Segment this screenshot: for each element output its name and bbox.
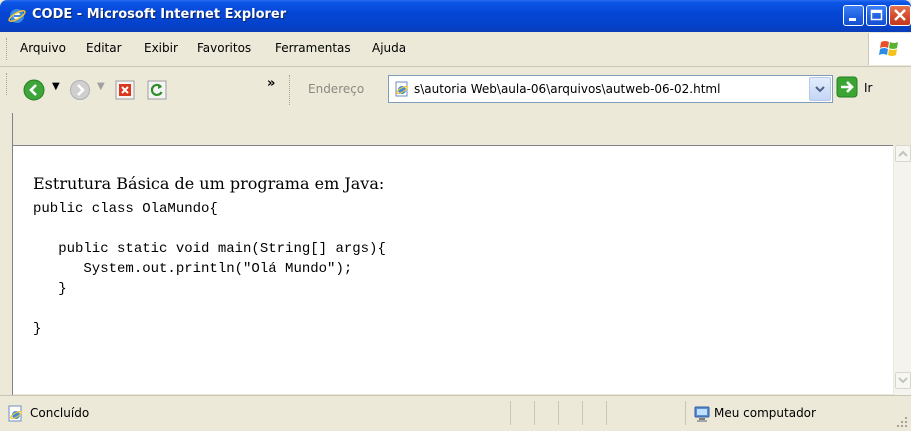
- minimize-icon: [849, 18, 856, 21]
- security-zone-label: Meu computador: [714, 406, 816, 420]
- menu-favoritos[interactable]: Favoritos: [197, 41, 251, 55]
- java-code-block: public class OlaMundo{ public static voi…: [33, 201, 386, 337]
- forward-icon[interactable]: [69, 79, 91, 101]
- chevron-up-icon: [898, 150, 908, 157]
- go-button-label[interactable]: Ir: [864, 81, 872, 95]
- windows-logo: [868, 33, 911, 65]
- internet-explorer-icon: [8, 9, 26, 23]
- back-icon[interactable]: [23, 79, 45, 101]
- menu-grip[interactable]: [6, 38, 10, 60]
- page-icon: [395, 81, 408, 97]
- forward-dropdown-icon[interactable]: ▼: [97, 81, 105, 92]
- scroll-down-button[interactable]: [895, 372, 911, 389]
- ie-window: CODE - Microsoft Internet Explorer Arqui…: [0, 0, 911, 431]
- status-divider: [510, 401, 511, 425]
- menu-exibir[interactable]: Exibir: [144, 41, 178, 55]
- status-divider: [685, 401, 686, 425]
- menu-bar: Arquivo Editar Exibir Favoritos Ferramen…: [0, 32, 911, 67]
- status-divider: [534, 401, 535, 425]
- scroll-up-button[interactable]: [895, 145, 911, 162]
- minimize-button[interactable]: [843, 5, 864, 26]
- close-icon: [894, 9, 906, 21]
- status-divider: [582, 401, 583, 425]
- maximize-icon: [870, 9, 883, 21]
- windows-flag-icon: [879, 41, 898, 56]
- toolbar-overflow-icon[interactable]: »: [267, 76, 275, 91]
- go-arrow-icon[interactable]: [836, 76, 858, 98]
- menu-editar[interactable]: Editar: [86, 41, 122, 55]
- content-frame-left: [0, 113, 13, 396]
- close-button[interactable]: [889, 5, 911, 26]
- stop-icon[interactable]: [114, 79, 136, 101]
- menu-ajuda[interactable]: Ajuda: [372, 41, 406, 55]
- back-dropdown-icon[interactable]: ▼: [52, 81, 60, 92]
- page-done-icon: [8, 405, 22, 422]
- address-label: Endereço: [308, 82, 365, 96]
- navigation-toolbar: ▼ ▼ » Endereço s\autoria Web\aula-06\arq…: [0, 67, 911, 114]
- status-divider: [606, 401, 607, 425]
- toolbar-separator: [289, 75, 290, 105]
- resize-grip-icon[interactable]: [896, 416, 908, 428]
- address-dropdown-button[interactable]: [809, 77, 831, 101]
- address-input[interactable]: s\autoria Web\aula-06\arquivos\autweb-06…: [414, 82, 720, 96]
- computer-icon: [694, 406, 710, 422]
- toolbar-grip[interactable]: [6, 73, 10, 95]
- status-bar: Concluído Meu computador: [0, 395, 911, 431]
- chevron-down-icon: [898, 377, 908, 384]
- page-content: Estrutura Básica de um programa em Java:…: [13, 145, 893, 394]
- title-bar[interactable]: CODE - Microsoft Internet Explorer: [0, 0, 911, 32]
- refresh-icon[interactable]: [146, 79, 168, 101]
- menu-arquivo[interactable]: Arquivo: [20, 41, 66, 55]
- content-frame-top: [0, 113, 911, 145]
- chevron-down-icon: [815, 86, 825, 93]
- vertical-scrollbar[interactable]: [893, 145, 911, 395]
- window-title: CODE - Microsoft Internet Explorer: [32, 7, 287, 22]
- status-divider: [558, 401, 559, 425]
- page-heading: Estrutura Básica de um programa em Java:: [33, 174, 385, 193]
- maximize-button[interactable]: [866, 5, 887, 26]
- menu-ferramentas[interactable]: Ferramentas: [275, 41, 351, 55]
- status-text: Concluído: [30, 406, 90, 420]
- address-bar[interactable]: s\autoria Web\aula-06\arquivos\autweb-06…: [388, 75, 833, 103]
